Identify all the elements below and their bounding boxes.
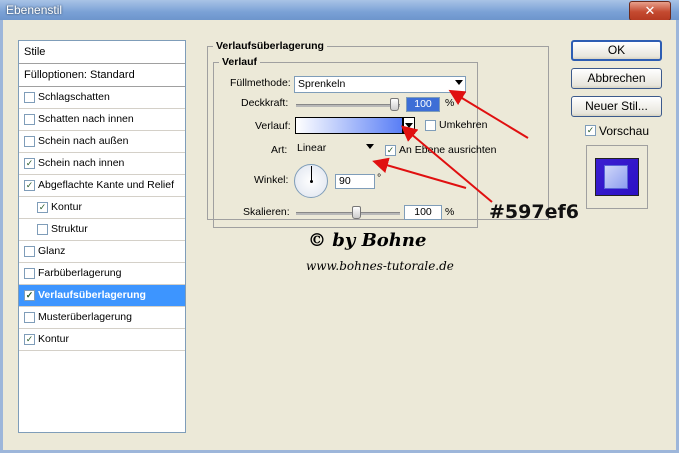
angle-center <box>310 180 313 183</box>
sidebar-item-label: Abgeflachte Kante und Relief <box>38 179 175 191</box>
sidebar-item[interactable]: Glanz <box>19 241 185 263</box>
checkbox-icon[interactable] <box>24 114 35 125</box>
sidebar-header-styles[interactable]: Stile <box>19 41 185 64</box>
checkbox-icon[interactable] <box>24 136 35 147</box>
url-text: www.bohnes-tutorale.de <box>306 259 454 273</box>
preview-label: Vorschau <box>599 124 650 138</box>
sidebar-item-label: Kontur <box>51 201 82 213</box>
hex-color-annotation: #597ef6 <box>489 201 579 223</box>
credit-text: © by Bohne <box>308 230 427 251</box>
new-style-button[interactable]: Neuer Stil... <box>571 96 662 117</box>
sidebar-item-label: Schlagschatten <box>38 91 110 103</box>
align-label: An Ebene ausrichten <box>399 144 497 156</box>
checkbox-icon[interactable] <box>24 268 35 279</box>
scale-input[interactable]: 100 <box>404 205 442 220</box>
close-button[interactable]: ✕ <box>629 1 671 21</box>
blend-mode-select[interactable]: Sprenkeln <box>294 76 466 93</box>
sidebar-item[interactable]: Schatten nach innen <box>19 109 185 131</box>
style-select[interactable]: Linear <box>294 141 376 158</box>
checkmark-icon[interactable]: ✓ <box>37 202 48 213</box>
checkmark-icon[interactable]: ✓ <box>24 290 35 301</box>
subgroup-title: Verlauf <box>219 56 261 68</box>
angle-dial-icon[interactable] <box>294 164 328 198</box>
scale-label: Skalieren: <box>243 206 290 218</box>
checkbox-icon[interactable] <box>24 246 35 257</box>
sidebar-item-label: Kontur <box>38 333 69 345</box>
preview-swatch-inner <box>604 165 628 189</box>
sidebar-item[interactable]: Schein nach außen <box>19 131 185 153</box>
opacity-input[interactable]: 100 <box>406 97 440 112</box>
cancel-button[interactable]: Abbrechen <box>571 68 662 89</box>
sidebar-item[interactable]: ✓ Kontur <box>19 197 185 219</box>
sidebar-item-label: Struktur <box>51 223 88 235</box>
opacity-label: Deckkraft: <box>241 97 289 109</box>
scale-slider-thumb[interactable] <box>352 206 361 219</box>
scale-unit: % <box>445 206 455 218</box>
checkmark-icon[interactable]: ✓ <box>24 180 35 191</box>
sidebar-item-label: Glanz <box>38 245 66 257</box>
checkbox-icon[interactable] <box>24 312 35 323</box>
sidebar-item[interactable]: Struktur <box>19 219 185 241</box>
sidebar-style-list: Schlagschatten Schatten nach innen Schein … <box>19 87 185 351</box>
opacity-slider-thumb[interactable] <box>390 98 399 111</box>
sidebar-item-label: Schatten nach innen <box>38 113 134 125</box>
sidebar-item-label: Farbüberlagerung <box>38 267 122 279</box>
checkmark-icon[interactable]: ✓ <box>24 158 35 169</box>
gradient-picker-button[interactable] <box>403 117 415 134</box>
sidebar-item[interactable]: ✓ Schein nach innen <box>19 153 185 175</box>
sidebar-item-label: Schein nach außen <box>38 135 129 147</box>
sidebar-item[interactable]: ✓ Kontur <box>19 329 185 351</box>
sidebar-item-label: Schein nach innen <box>38 157 125 169</box>
sidebar-item[interactable]: ✓ Verlaufsüberlagerung <box>19 285 185 307</box>
angle-label: Winkel: <box>254 174 289 186</box>
style-preview-thumbnail <box>586 145 648 209</box>
chevron-down-icon <box>405 123 413 128</box>
gradient-swatch[interactable] <box>295 117 403 134</box>
sidebar-item[interactable]: Schlagschatten <box>19 87 185 109</box>
checkbox-icon <box>425 120 436 131</box>
ok-button[interactable]: OK <box>571 40 662 61</box>
sidebar-blend-options[interactable]: Fülloptionen: Standard <box>19 64 185 87</box>
preview-swatch <box>595 158 639 196</box>
sidebar-item[interactable]: Musterüberlagerung <box>19 307 185 329</box>
window-title: Ebenenstil <box>6 3 63 17</box>
reverse-label: Umkehren <box>439 119 488 131</box>
sidebar-item-label: Verlaufsüberlagerung <box>38 289 146 301</box>
style-label: Art: <box>271 144 288 156</box>
style-value: Linear <box>297 142 327 154</box>
sidebar-item[interactable]: Farbüberlagerung <box>19 263 185 285</box>
opacity-unit: % <box>445 97 455 109</box>
blend-mode-label: Füllmethode: <box>230 77 291 89</box>
checkbox-icon[interactable] <box>24 92 35 103</box>
panel-title: Verlaufsüberlagerung <box>213 40 327 52</box>
chevron-down-icon <box>366 144 374 149</box>
checkbox-icon[interactable] <box>37 224 48 235</box>
checkmark-icon[interactable]: ✓ <box>24 334 35 345</box>
blend-mode-value: Sprenkeln <box>298 78 346 90</box>
chevron-down-icon <box>455 80 463 85</box>
sidebar-item-label: Musterüberlagerung <box>38 311 132 323</box>
angle-unit: ° <box>377 172 382 184</box>
angle-input[interactable]: 90 <box>335 174 375 189</box>
title-bar: Ebenenstil ✕ <box>0 0 679 21</box>
checkmark-icon: ✓ <box>585 125 596 136</box>
sidebar-item[interactable]: ✓ Abgeflachte Kante und Relief <box>19 175 185 197</box>
styles-sidebar: Stile Fülloptionen: Standard Schlagschat… <box>18 40 186 433</box>
close-icon: ✕ <box>644 3 656 18</box>
gradient-label: Verlauf: <box>255 120 291 132</box>
opacity-slider-track[interactable] <box>296 104 400 107</box>
checkmark-icon: ✓ <box>385 145 396 156</box>
scale-slider-track[interactable] <box>296 212 400 215</box>
